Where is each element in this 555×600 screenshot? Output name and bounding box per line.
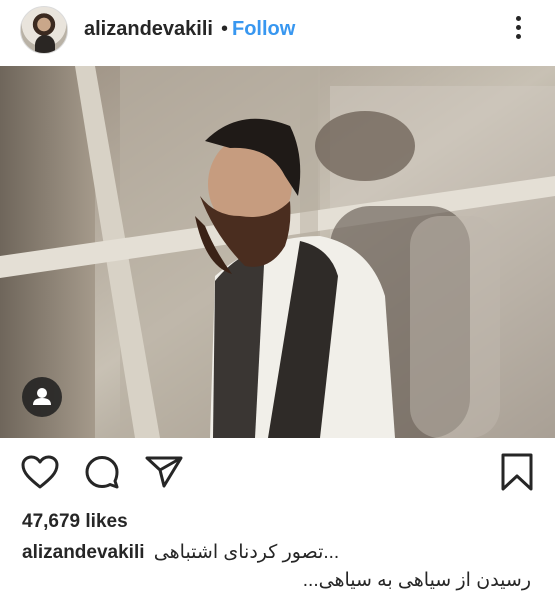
action-bar [0, 448, 555, 500]
separator-dot: • [221, 18, 229, 40]
caption-line1: ...تصور کردنای اشتباهی [153, 542, 340, 563]
post-header: alizandevakili • Follow [0, 0, 555, 66]
avatar[interactable] [20, 6, 68, 54]
more-vertical-icon[interactable] [507, 14, 531, 42]
caption-username[interactable]: alizandevakili [22, 542, 145, 563]
likes-count[interactable]: 47,679 likes [22, 511, 128, 533]
tagged-users-button[interactable] [22, 377, 62, 417]
photo-illustration [0, 66, 555, 438]
user-icon [33, 388, 51, 405]
heart-icon[interactable] [20, 454, 60, 490]
caption: alizandevakili ...تصور کردنای اشتباهی [22, 541, 339, 564]
follow-button[interactable]: Follow [232, 18, 295, 41]
comment-icon[interactable] [84, 454, 120, 490]
caption-line2: رسیدن از سیاهی به سیاهی... [302, 570, 531, 591]
send-icon[interactable] [145, 455, 183, 489]
post-username[interactable]: alizandevakili [84, 18, 213, 41]
bookmark-icon[interactable] [499, 452, 535, 492]
post-photo[interactable] [0, 66, 555, 438]
